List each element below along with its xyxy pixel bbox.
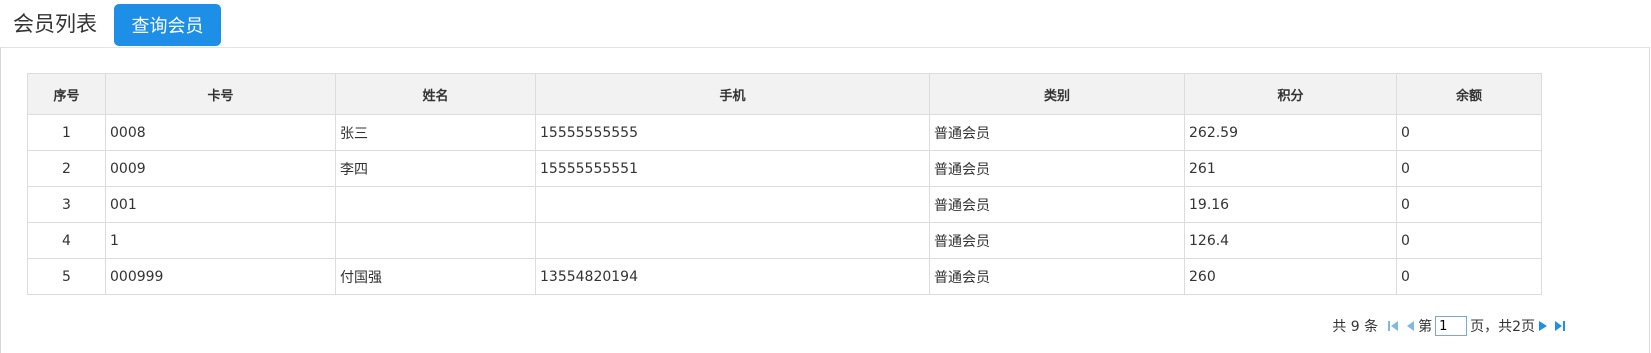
column-header-seq: 序号 <box>27 73 106 115</box>
pagination: 共 9 条 第 页，共2页 <box>1332 315 1569 337</box>
table-row[interactable]: 4 1 普通会员 126.4 0 <box>27 222 1542 259</box>
table-row[interactable]: 5 000999 付国强 13554820194 普通会员 260 0 <box>27 258 1542 295</box>
page-header: 会员列表 查询会员 <box>13 4 221 46</box>
table-row[interactable]: 2 0009 李四 15555555551 普通会员 261 0 <box>27 150 1542 187</box>
cell-seq: 2 <box>27 150 106 187</box>
cell-seq: 4 <box>27 222 106 259</box>
table-header-row: 序号 卡号 姓名 手机 类别 积分 余额 <box>27 73 1542 115</box>
first-page-icon[interactable] <box>1386 319 1400 333</box>
query-member-button[interactable]: 查询会员 <box>114 4 221 46</box>
cell-seq: 3 <box>27 186 106 223</box>
next-page-icon[interactable] <box>1537 319 1549 333</box>
cell-balance: 0 <box>1396 150 1542 187</box>
column-header-points: 积分 <box>1184 73 1397 115</box>
page-prefix: 第 <box>1418 319 1433 335</box>
cell-balance: 0 <box>1396 222 1542 259</box>
cell-card: 1 <box>105 222 336 259</box>
cell-phone <box>535 186 930 223</box>
column-header-balance: 余额 <box>1396 73 1542 115</box>
cell-name <box>335 222 536 259</box>
cell-points: 19.16 <box>1184 186 1397 223</box>
cell-card: 0008 <box>105 114 336 151</box>
total-count: 共 9 条 <box>1332 319 1379 335</box>
cell-points: 261 <box>1184 150 1397 187</box>
cell-points: 262.59 <box>1184 114 1397 151</box>
last-page-icon[interactable] <box>1553 319 1567 333</box>
cell-seq: 1 <box>27 114 106 151</box>
cell-category: 普通会员 <box>929 186 1185 223</box>
column-header-category: 类别 <box>929 73 1185 115</box>
cell-category: 普通会员 <box>929 258 1185 295</box>
cell-name: 付国强 <box>335 258 536 295</box>
cell-phone <box>535 222 930 259</box>
cell-name <box>335 186 536 223</box>
cell-category: 普通会员 <box>929 114 1185 151</box>
page-number-input[interactable] <box>1435 316 1468 336</box>
cell-points: 260 <box>1184 258 1397 295</box>
cell-name: 张三 <box>335 114 536 151</box>
cell-balance: 0 <box>1396 186 1542 223</box>
cell-card: 0009 <box>105 150 336 187</box>
column-header-card: 卡号 <box>105 73 336 115</box>
member-table: 序号 卡号 姓名 手机 类别 积分 余额 1 0008 张三 15555555555 普通会员 262… <box>27 73 1542 295</box>
prev-page-icon[interactable] <box>1404 319 1416 333</box>
column-header-phone: 手机 <box>535 73 930 115</box>
cell-category: 普通会员 <box>929 222 1185 259</box>
cell-balance: 0 <box>1396 258 1542 295</box>
cell-phone: 13554820194 <box>535 258 930 295</box>
cell-phone: 15555555551 <box>535 150 930 187</box>
page-title: 会员列表 <box>13 12 97 36</box>
cell-seq: 5 <box>27 258 106 295</box>
table-body: 1 0008 张三 15555555555 普通会员 262.59 0 2 0009 李四 1555… <box>27 114 1542 295</box>
cell-balance: 0 <box>1396 114 1542 151</box>
table-row[interactable]: 1 0008 张三 15555555555 普通会员 262.59 0 <box>27 114 1542 151</box>
cell-card: 000999 <box>105 258 336 295</box>
cell-points: 126.4 <box>1184 222 1397 259</box>
cell-name: 李四 <box>335 150 536 187</box>
column-header-name: 姓名 <box>335 73 536 115</box>
cell-phone: 15555555555 <box>535 114 930 151</box>
cell-category: 普通会员 <box>929 150 1185 187</box>
table-row[interactable]: 3 001 普通会员 19.16 0 <box>27 186 1542 223</box>
cell-card: 001 <box>105 186 336 223</box>
page-suffix: 页，共2页 <box>1470 319 1535 335</box>
